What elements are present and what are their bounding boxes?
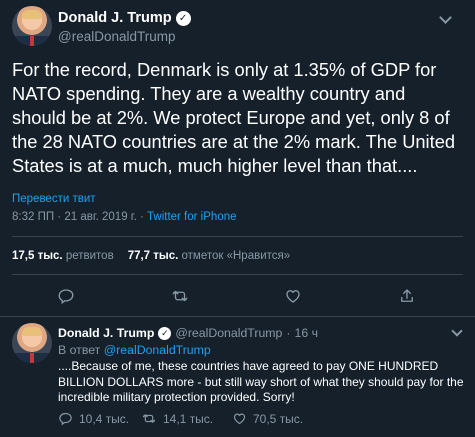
reply-icon (59, 412, 72, 426)
reply-time-separator: · (286, 326, 291, 340)
reply-header: Donald J. Trump ✓ @realDonaldTrump · 16 … (58, 326, 318, 340)
translate-tweet-link[interactable]: Перевести твит (12, 193, 96, 205)
reply-retweet-button[interactable]: 14,1 тыс. (141, 411, 213, 426)
reply-likes-count: 70,5 тыс. (253, 411, 304, 426)
likes-label: отметок «Нравится» (181, 250, 291, 262)
in-reply-to: В ответ @realDonaldTrump (58, 343, 211, 357)
avatar[interactable] (12, 6, 52, 46)
in-reply-handle-link[interactable]: @realDonaldTrump (104, 343, 211, 357)
author-name-line[interactable]: Donald J. Trump ✓ (58, 10, 191, 26)
reply-icon[interactable] (56, 286, 76, 306)
avatar[interactable] (12, 323, 52, 363)
like-icon[interactable] (283, 286, 303, 306)
tweet-header: Donald J. Trump ✓ @realDonaldTrump (12, 6, 452, 46)
divider (12, 236, 463, 237)
retweet-icon[interactable] (170, 286, 190, 306)
tweet-timestamp[interactable]: 8:32 ПП · 21 авг. 2019 г. (12, 211, 137, 223)
reply-reply-button[interactable]: 10,4 тыс. (58, 411, 129, 426)
reply-replies-count: 10,4 тыс. (79, 411, 130, 426)
reply-actions: 10,4 тыс. 14,1 тыс. 70,5 тыс. (58, 411, 438, 427)
tweet-source[interactable]: Twitter for iPhone (147, 211, 236, 223)
reply-handle[interactable]: @realDonaldTrump (175, 326, 282, 340)
tweet-meta: 8:32 ПП · 21 авг. 2019 г. · Twitter for … (12, 211, 236, 223)
retweets-stat[interactable]: 17,5 тыс. ретвитов (12, 250, 114, 262)
divider (12, 274, 463, 275)
chevron-down-icon[interactable] (451, 327, 463, 339)
verified-badge-icon: ✓ (175, 10, 191, 26)
reply-like-button[interactable]: 70,5 тыс. (232, 411, 303, 426)
retweets-count: 17,5 тыс. (12, 250, 63, 262)
likes-stat[interactable]: 77,7 тыс. отметок «Нравится» (128, 250, 290, 262)
tweet-stats: 17,5 тыс. ретвитов 77,7 тыс. отметок «Нр… (12, 250, 290, 262)
reply-retweets-count: 14,1 тыс. (163, 411, 214, 426)
likes-count: 77,7 тыс. (127, 250, 179, 262)
in-reply-prefix: В ответ (58, 343, 101, 357)
tweet-actions (0, 286, 475, 306)
reply-tweet[interactable]: Donald J. Trump ✓ @realDonaldTrump · 16 … (0, 317, 475, 437)
reply-time[interactable]: 16 ч (294, 326, 318, 340)
meta-separator: · (136, 211, 147, 223)
author-handle[interactable]: @realDonaldTrump (58, 29, 176, 44)
tweet-text: For the record, Denmark is only at 1.35%… (12, 59, 456, 176)
verified-badge-icon: ✓ (158, 326, 172, 340)
share-icon[interactable] (397, 286, 417, 306)
reply-text: ....Because of me, these countries have … (58, 359, 464, 404)
chevron-down-icon[interactable] (438, 12, 452, 26)
reply-author-name[interactable]: Donald J. Trump (58, 326, 154, 340)
author-name[interactable]: Donald J. Trump (58, 10, 172, 26)
like-icon (233, 413, 246, 425)
retweet-icon (142, 414, 156, 423)
retweets-label: ретвитов (65, 250, 114, 262)
